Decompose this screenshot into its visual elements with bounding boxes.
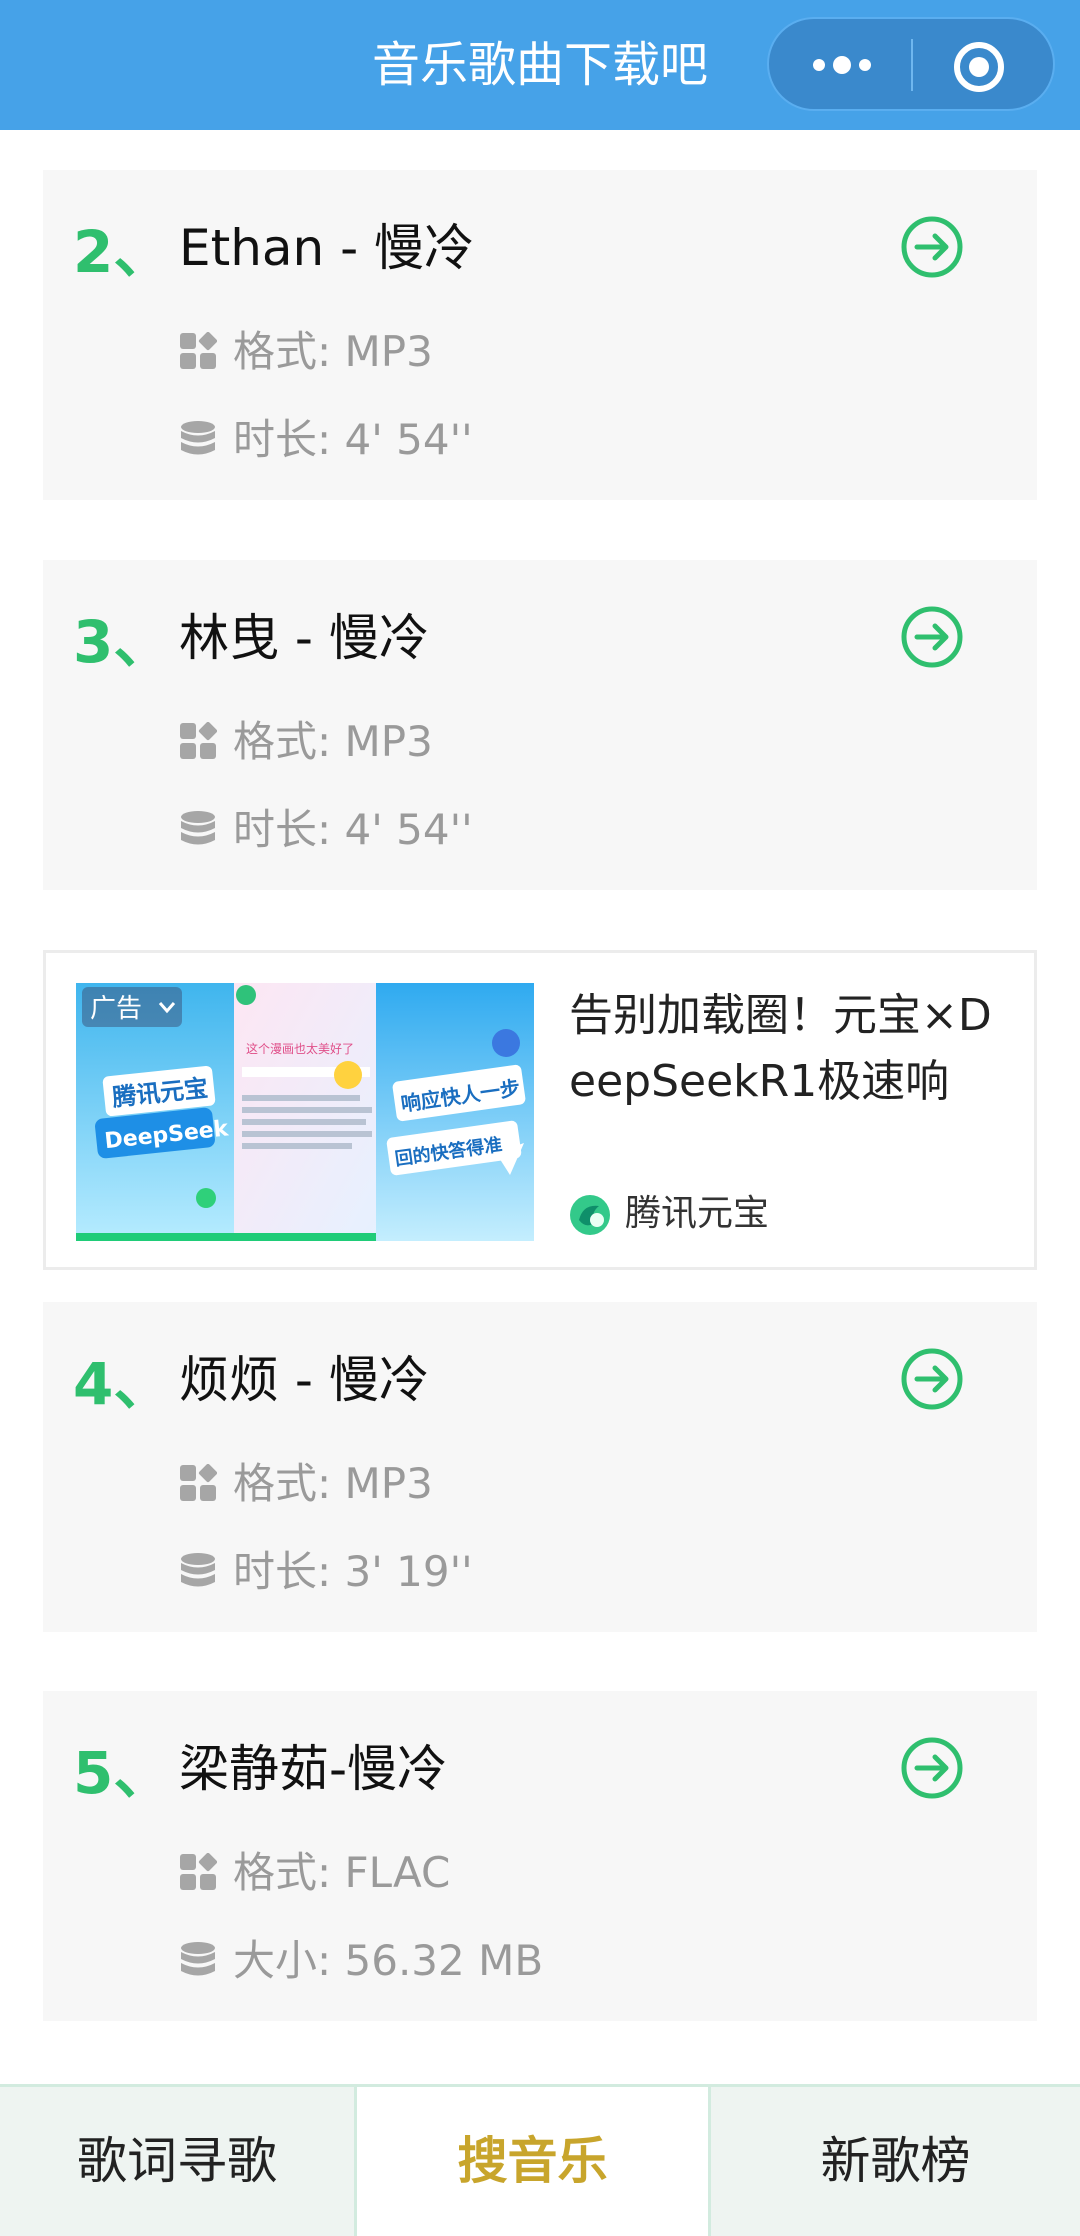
song-format-text: 格式: MP3 (233, 1459, 433, 1508)
ad-brand[interactable]: 腾讯元宝 (569, 1189, 769, 1239)
song-format-text: 格式: MP3 (233, 717, 433, 766)
database-icon (181, 1552, 215, 1586)
arrow-circle-right-icon[interactable] (900, 605, 964, 669)
song-format: 格式: MP3 (179, 322, 433, 382)
tab-new-songs[interactable]: 新歌榜 (711, 2087, 1080, 2236)
song-item[interactable]: 4、 烦烦 - 慢冷 格式: MP3 时长: 3' 19'' (43, 1302, 1037, 1632)
arrow-circle-right-icon[interactable] (900, 215, 964, 279)
arrow-circle-right-icon[interactable] (900, 1736, 964, 1800)
top-navigation-bar: 音乐歌曲下载吧 (0, 0, 1080, 130)
song-title: 梁静茹-慢冷 (179, 1740, 448, 1798)
arrow-circle-right-icon[interactable] (900, 1347, 964, 1411)
yuanbao-logo-icon (570, 1195, 610, 1235)
apps-grid-icon (180, 1463, 217, 1501)
song-number: 5、 (73, 1739, 172, 1807)
ad-brand-name: 腾讯元宝 (625, 1193, 770, 1234)
song-number: 3、 (73, 608, 172, 676)
ad-banner[interactable]: 腾讯元宝 DeepSeek 广告 这个漫画也太美好了 响应快人一步 回的快答得准 (43, 950, 1037, 1270)
song-info-text: 时长: 4' 54'' (233, 805, 473, 854)
song-title: 烦烦 - 慢冷 (179, 1351, 429, 1409)
song-format: 格式: FLAC (179, 1843, 450, 1903)
song-format-text: 格式: MP3 (233, 327, 433, 376)
ad-image-text: 这个漫画也太美好了 (246, 1041, 354, 1056)
song-info-text: 大小: 56.32 MB (233, 1936, 544, 1985)
song-info: 时长: 4' 54'' (179, 800, 473, 860)
song-item[interactable]: 3、 林曳 - 慢冷 格式: MP3 时长: 4' 54'' (43, 560, 1037, 890)
song-title: Ethan - 慢冷 (179, 219, 475, 277)
song-title: 林曳 - 慢冷 (179, 609, 429, 667)
database-icon (181, 1941, 215, 1975)
song-info: 时长: 3' 19'' (179, 1542, 473, 1602)
bottom-tab-bar: 歌词寻歌 搜音乐 新歌榜 (0, 2084, 1080, 2236)
target-close-icon[interactable] (951, 39, 1007, 95)
tab-search-music[interactable]: 搜音乐 (354, 2087, 711, 2236)
apps-grid-icon (180, 721, 217, 759)
song-info: 大小: 56.32 MB (179, 1931, 543, 1991)
song-info-text: 时长: 3' 19'' (233, 1547, 473, 1596)
song-info: 时长: 4' 54'' (179, 410, 473, 470)
song-item[interactable]: 2、 Ethan - 慢冷 格式: MP3 时长: 4' 54'' (43, 170, 1037, 500)
ad-image-graphic: 腾讯元宝 DeepSeek 广告 这个漫画也太美好了 响应快人一步 回的快答得准 (76, 983, 534, 1241)
more-dots-icon[interactable] (807, 47, 877, 83)
apps-grid-icon (180, 1852, 217, 1890)
capsule-divider (911, 39, 913, 91)
database-icon (181, 810, 215, 844)
ad-badge[interactable]: 广告 (90, 994, 142, 1024)
song-info-text: 时长: 4' 54'' (233, 415, 473, 464)
database-icon (181, 420, 215, 454)
mini-program-capsule (767, 17, 1055, 111)
song-format-text: 格式: FLAC (233, 1848, 451, 1897)
ad-title[interactable]: 告别加载圈！元宝×DeepSeekR1极速响 (569, 983, 1009, 1115)
apps-grid-icon (180, 331, 217, 369)
song-format: 格式: MP3 (179, 1454, 433, 1514)
song-item[interactable]: 5、 梁静茹-慢冷 格式: FLAC 大小: 56.32 MB (43, 1691, 1037, 2021)
tab-lyrics-search[interactable]: 歌词寻歌 (0, 2087, 354, 2236)
song-number: 2、 (73, 218, 172, 286)
song-number: 4、 (73, 1350, 172, 1418)
song-format: 格式: MP3 (179, 712, 433, 772)
ad-image[interactable]: 腾讯元宝 DeepSeek 广告 这个漫画也太美好了 响应快人一步 回的快答得准 (76, 983, 534, 1241)
